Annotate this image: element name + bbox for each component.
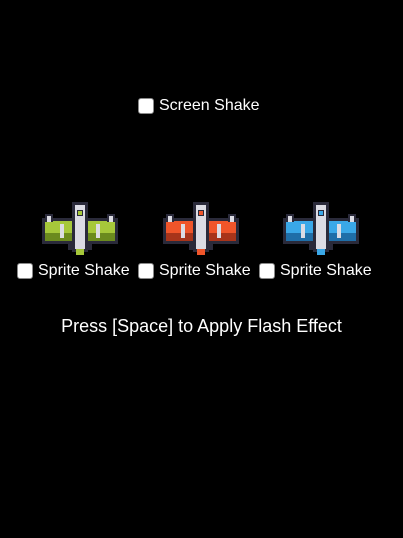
- instruction-text: Press [Space] to Apply Flash Effect: [61, 316, 342, 336]
- engine-flame: [197, 249, 205, 255]
- screen-shake-checkbox[interactable]: [138, 98, 154, 114]
- screen-shake-toggle[interactable]: Screen Shake: [138, 97, 260, 115]
- tail-left: [309, 244, 315, 250]
- engine-flame: [317, 249, 325, 255]
- screen-shake-label: Screen Shake: [159, 97, 260, 114]
- tail-left: [68, 244, 74, 250]
- wing-tip-left-light: [168, 216, 172, 222]
- tail-right: [207, 244, 213, 250]
- sprite-shake-checkbox[interactable]: [138, 263, 154, 279]
- sprite-shake-label: Sprite Shake: [280, 262, 372, 279]
- sprite-shake-toggle-blue[interactable]: Sprite Shake: [259, 262, 372, 280]
- green-ship-sprite: [42, 202, 118, 255]
- engine-flame: [76, 249, 84, 255]
- wing-tip-right-light: [109, 216, 113, 222]
- sprite-shake-toggle-green[interactable]: Sprite Shake: [17, 262, 130, 280]
- wing-stripe-right: [96, 224, 100, 238]
- sprite-shake-label: Sprite Shake: [159, 262, 251, 279]
- tail-right: [86, 244, 92, 250]
- tail-left: [189, 244, 195, 250]
- blue-ship-sprite: [283, 202, 359, 255]
- tail-right: [327, 244, 333, 250]
- wing-tip-right-light: [230, 216, 234, 222]
- wing-tip-right-light: [350, 216, 354, 222]
- wing-stripe-right: [337, 224, 341, 238]
- sprite-shake-checkbox[interactable]: [17, 263, 33, 279]
- sprite-shake-checkbox[interactable]: [259, 263, 275, 279]
- cockpit-glass: [78, 211, 82, 215]
- wing-stripe-left: [181, 224, 185, 238]
- cockpit-glass: [199, 211, 203, 215]
- wing-stripe-left: [301, 224, 305, 238]
- cockpit-glass: [319, 211, 323, 215]
- wing-stripe-right: [217, 224, 221, 238]
- sprite-shake-toggle-orange[interactable]: Sprite Shake: [138, 262, 251, 280]
- wing-stripe-left: [60, 224, 64, 238]
- wing-tip-left-light: [47, 216, 51, 222]
- orange-ship-sprite: [163, 202, 239, 255]
- wing-tip-left-light: [288, 216, 292, 222]
- sprite-shake-label: Sprite Shake: [38, 262, 130, 279]
